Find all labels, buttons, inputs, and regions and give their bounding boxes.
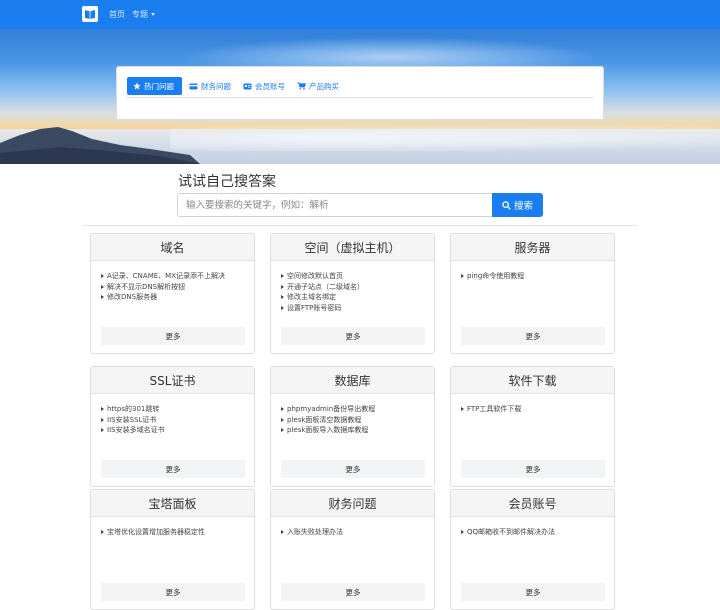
card-title: 财务问题 (271, 490, 434, 517)
card-title: 软件下载 (451, 367, 614, 394)
site-logo-book-icon[interactable] (82, 6, 98, 22)
more-button[interactable]: 更多 (461, 460, 605, 478)
more-button[interactable]: 更多 (281, 460, 425, 478)
card-item-list: 空间修改默认首页 开通子站点（二级域名） 修改主域名绑定 设置FTP账号密码 (281, 271, 364, 313)
list-item[interactable]: 空间修改默认首页 (281, 271, 364, 282)
cart-icon (297, 82, 306, 90)
card-item-list: QQ邮箱收不到邮件解决办法 (461, 527, 555, 538)
card-item-list: A记录、CNAME、MX记录添不上解决 解决不显示DNS解析按钮 修改DNS服务… (101, 271, 225, 303)
top-navbar: 首页 专题 (0, 0, 720, 29)
tab-label: 财务问题 (201, 81, 231, 91)
tab-product-purchase[interactable]: 产品购买 (291, 77, 345, 95)
card-item-list: https的301跳转 IIS安装SSL证书 IIS安装多域名证书 (101, 404, 165, 436)
section-divider (82, 225, 638, 226)
id-card-icon (243, 83, 252, 89)
nav-home-link[interactable]: 首页 (109, 9, 125, 20)
category-card-domain: 域名 A记录、CNAME、MX记录添不上解决 解决不显示DNS解析按钮 修改DN… (90, 233, 255, 354)
more-button[interactable]: 更多 (461, 583, 605, 601)
list-item[interactable]: FTP工具软件下载 (461, 404, 521, 415)
tab-hot-questions[interactable]: 热门问题 (127, 77, 182, 95)
card-title: SSL证书 (91, 367, 254, 394)
card-title: 服务器 (451, 234, 614, 261)
tab-label: 产品购买 (309, 81, 339, 91)
hero-mountain-silhouette (0, 127, 200, 164)
card-title: 数据库 (271, 367, 434, 394)
tab-label: 热门问题 (144, 81, 174, 91)
category-card-finance: 财务问题 入账失败处理办法 更多 (270, 489, 435, 610)
card-item-list: ping命令使用教程 (461, 271, 524, 282)
tab-panel-divider (126, 97, 594, 98)
more-button[interactable]: 更多 (101, 460, 245, 478)
card-title: 宝塔面板 (91, 490, 254, 517)
category-card-hosting: 空间（虚拟主机） 空间修改默认首页 开通子站点（二级域名） 修改主域名绑定 设置… (270, 233, 435, 354)
category-card-bt-panel: 宝塔面板 宝塔优化设置增加服务器稳定性 更多 (90, 489, 255, 610)
search-button-label: 搜索 (513, 201, 533, 212)
tab-finance[interactable]: 财务问题 (183, 77, 237, 95)
search-icon (502, 200, 511, 210)
more-button[interactable]: 更多 (281, 583, 425, 601)
list-item[interactable]: 入账失败处理办法 (281, 527, 343, 538)
list-item[interactable]: 解决不显示DNS解析按钮 (101, 282, 225, 293)
list-item[interactable]: 设置FTP账号密码 (281, 303, 364, 314)
list-item[interactable]: plesk面板导入数据库教程 (281, 425, 375, 436)
card-item-list: 宝塔优化设置增加服务器稳定性 (101, 527, 205, 538)
card-title: 会员账号 (451, 490, 614, 517)
list-item[interactable]: ping命令使用教程 (461, 271, 524, 282)
more-button[interactable]: 更多 (461, 327, 605, 345)
list-item[interactable]: https的301跳转 (101, 404, 165, 415)
card-item-list: phpmyadmin备份导出教程 plesk面板清空数据教程 plesk面板导入… (281, 404, 375, 436)
tab-label: 会员账号 (255, 81, 285, 91)
list-item[interactable]: IIS安装SSL证书 (101, 415, 165, 426)
nav-topics-label: 专题 (132, 10, 148, 19)
category-card-server: 服务器 ping命令使用教程 更多 (450, 233, 615, 354)
category-card-ssl: SSL证书 https的301跳转 IIS安装SSL证书 IIS安装多域名证书 … (90, 366, 255, 487)
category-tab-panel: 热门问题 财务问题 会员账号 产品购买 (116, 66, 604, 120)
credit-card-icon (189, 83, 198, 89)
search-heading: 试试自己搜答案 (178, 174, 276, 190)
nav-topics-dropdown[interactable]: 专题 (132, 9, 155, 20)
card-item-list: FTP工具软件下载 (461, 404, 521, 415)
list-item[interactable]: 开通子站点（二级域名） (281, 282, 364, 293)
list-item[interactable]: A记录、CNAME、MX记录添不上解决 (101, 271, 225, 282)
card-title: 空间（虚拟主机） (271, 234, 434, 261)
list-item[interactable]: 修改主域名绑定 (281, 292, 364, 303)
more-button[interactable]: 更多 (101, 583, 245, 601)
list-item[interactable]: 宝塔优化设置增加服务器稳定性 (101, 527, 205, 538)
list-item[interactable]: phpmyadmin备份导出教程 (281, 404, 375, 415)
search-button[interactable]: 搜索 (492, 193, 543, 217)
list-item[interactable]: QQ邮箱收不到邮件解决办法 (461, 527, 555, 538)
list-item[interactable]: IIS安装多域名证书 (101, 425, 165, 436)
category-card-database: 数据库 phpmyadmin备份导出教程 plesk面板清空数据教程 plesk… (270, 366, 435, 487)
card-item-list: 入账失败处理办法 (281, 527, 343, 538)
search-input[interactable] (177, 193, 493, 217)
hero-banner: 热门问题 财务问题 会员账号 产品购买 (0, 29, 720, 164)
list-item[interactable]: plesk面板清空数据教程 (281, 415, 375, 426)
more-button[interactable]: 更多 (281, 327, 425, 345)
star-icon (133, 82, 141, 90)
card-title: 域名 (91, 234, 254, 261)
category-card-downloads: 软件下载 FTP工具软件下载 更多 (450, 366, 615, 487)
tab-member-account[interactable]: 会员账号 (237, 77, 291, 95)
chevron-down-icon (151, 13, 155, 16)
category-card-member-account: 会员账号 QQ邮箱收不到邮件解决办法 更多 (450, 489, 615, 610)
more-button[interactable]: 更多 (101, 327, 245, 345)
list-item[interactable]: 修改DNS服务器 (101, 292, 225, 303)
